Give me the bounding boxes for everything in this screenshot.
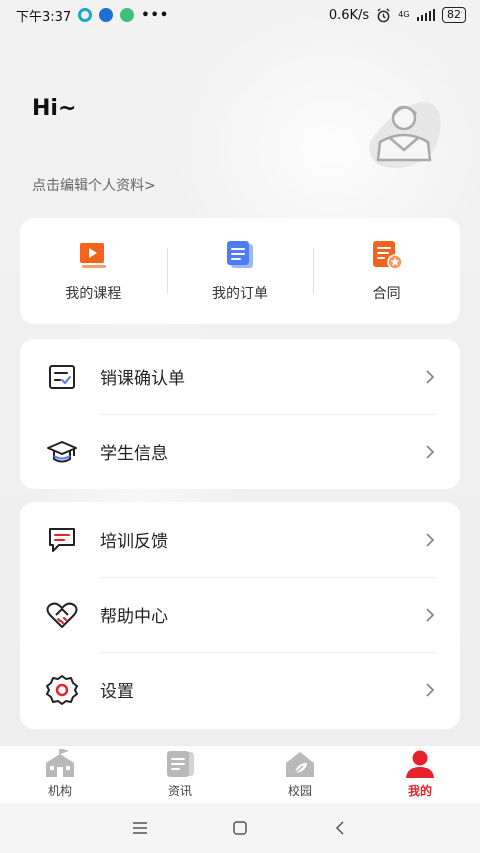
nav-label-active: 我的	[407, 784, 432, 798]
menu-group-2: 培训反馈 帮助中心 设置	[20, 502, 460, 729]
campus-house-icon	[286, 752, 314, 777]
greeting-text: Hi~	[32, 96, 77, 121]
signal-icon	[416, 9, 435, 21]
alarm-icon	[377, 7, 390, 22]
contract-label: 合同	[372, 286, 401, 302]
nav-label: 机构	[47, 784, 72, 798]
system-navigation-bar	[0, 803, 480, 853]
battery-indicator: 82	[442, 7, 466, 23]
avatar[interactable]	[360, 92, 444, 176]
settings-gear-icon	[46, 674, 78, 706]
user-profile-icon	[406, 750, 434, 778]
edit-profile-link[interactable]: 点击编辑个人资料>	[32, 175, 156, 195]
my-courses-button[interactable]: 我的课程	[20, 218, 167, 324]
news-icon	[167, 751, 194, 777]
nav-tab-news[interactable]: 资讯	[120, 746, 240, 803]
order-document-icon	[227, 241, 253, 268]
nav-tab-institution[interactable]: 机构	[0, 746, 120, 803]
home-square-icon	[233, 821, 247, 835]
system-home-button[interactable]	[190, 803, 290, 853]
app-notification-icon	[120, 8, 135, 22]
feedback-chat-icon	[46, 524, 78, 556]
contract-button[interactable]: 合同	[313, 218, 460, 324]
nav-label: 校园	[287, 784, 312, 798]
menu-label: 销课确认单	[100, 369, 185, 389]
menu-label: 培训反馈	[100, 532, 168, 552]
status-bar: 下午3:37 ••• 0.6K/s 4G 82	[0, 0, 480, 30]
system-back-button[interactable]	[290, 803, 390, 853]
chevron-right-icon	[426, 532, 435, 547]
checklist-icon	[46, 361, 78, 393]
nav-tab-mine[interactable]: 我的	[360, 746, 480, 803]
menu-lines-icon	[133, 822, 147, 834]
menu-item-training-feedback[interactable]: 培训反馈	[20, 502, 460, 577]
heart-handshake-icon	[46, 599, 78, 631]
status-time: 下午3:37	[16, 9, 72, 25]
back-chevron-icon	[335, 821, 344, 835]
chevron-right-icon	[426, 444, 435, 459]
network-speed: 0.6K/s	[328, 7, 370, 23]
chevron-right-icon	[426, 369, 435, 384]
quick-actions-card: 我的课程 我的订单 合同	[20, 218, 460, 324]
nav-label: 资讯	[167, 784, 192, 798]
my-orders-label: 我的订单	[212, 286, 268, 302]
course-video-icon	[80, 243, 107, 268]
menu-item-course-confirmation[interactable]: 销课确认单	[20, 339, 460, 414]
network-type: 4G	[398, 10, 410, 19]
menu-label: 设置	[100, 682, 134, 702]
menu-group-1: 销课确认单 学生信息	[20, 339, 460, 489]
nav-tab-campus[interactable]: 校园	[240, 746, 360, 803]
bottom-navigation: 机构 资讯 校园 我的	[0, 745, 480, 803]
app-notification-icon	[78, 8, 93, 22]
more-notifications-icon: •••	[141, 7, 170, 23]
app-notification-icon	[99, 8, 114, 22]
menu-item-student-info[interactable]: 学生信息	[20, 414, 460, 489]
menu-label: 帮助中心	[100, 607, 168, 627]
my-courses-label: 我的课程	[65, 286, 122, 302]
contract-icon	[372, 241, 403, 270]
menu-item-help-center[interactable]: 帮助中心	[20, 577, 460, 652]
school-building-icon	[46, 749, 74, 777]
chevron-right-icon	[426, 682, 435, 697]
graduation-cap-icon	[46, 436, 78, 468]
default-avatar-icon	[369, 101, 441, 169]
system-menu-button[interactable]	[90, 803, 190, 853]
menu-label: 学生信息	[100, 444, 168, 464]
chevron-right-icon	[426, 607, 435, 622]
menu-item-settings[interactable]: 设置	[20, 652, 460, 727]
my-orders-button[interactable]: 我的订单	[166, 218, 314, 324]
